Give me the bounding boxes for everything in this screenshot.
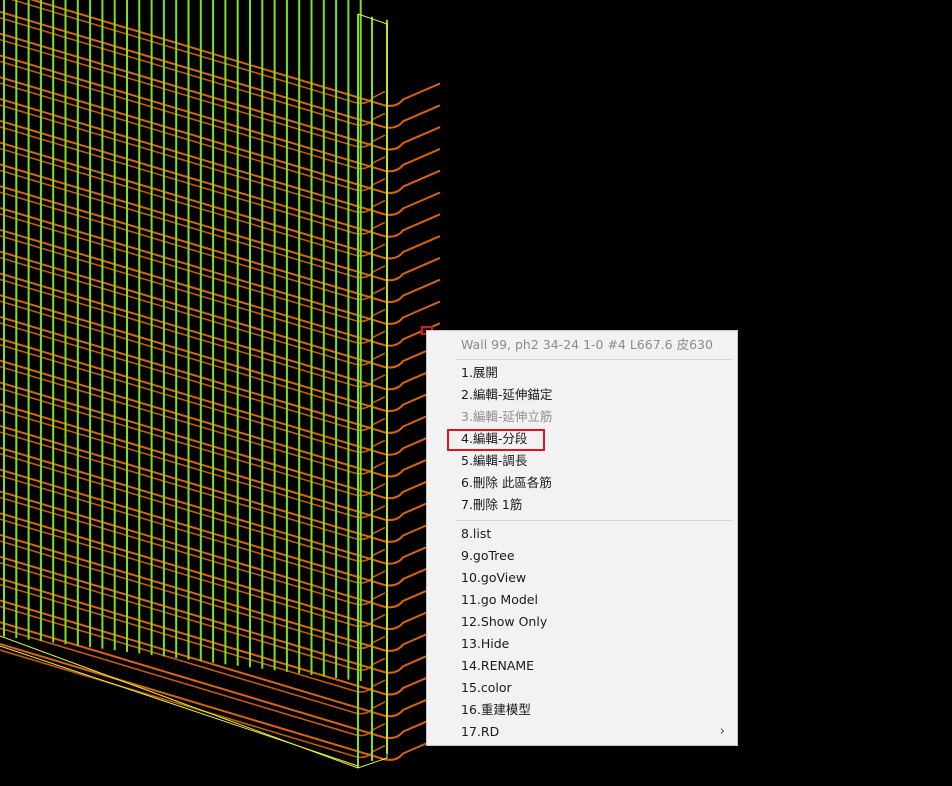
menu-item-rd[interactable]: 17.RD › xyxy=(427,721,737,743)
menu-item-rename[interactable]: 14.RENAME xyxy=(427,655,737,677)
menu-item-hide[interactable]: 13.Hide xyxy=(427,633,737,655)
menu-item-edit-extend-anchor[interactable]: 2.編輯-延伸錨定 xyxy=(427,384,737,406)
menu-item-go-tree[interactable]: 9.goTree xyxy=(427,545,737,567)
menu-header-info: Wall 99, ph2 34-24 1-0 #4 L667.6 皮630 xyxy=(461,337,713,352)
menu-item-edit-adjust-length[interactable]: 5.編輯-調長 xyxy=(427,450,737,472)
menu-item-color[interactable]: 15.color xyxy=(427,677,737,699)
menu-separator xyxy=(455,359,733,360)
menu-item-go-view[interactable]: 10.goView xyxy=(427,567,737,589)
wall-outline xyxy=(0,645,359,767)
menu-item-delete-zone-bars[interactable]: 6.刪除 此區各筋 xyxy=(427,472,737,494)
menu-item-go-model[interactable]: 11.go Model xyxy=(427,589,737,611)
menu-separator xyxy=(455,520,733,521)
menu-item-edit-extend-vertical: 3.編輯-延伸立筋 xyxy=(461,409,553,424)
context-menu: Wall 99, ph2 34-24 1-0 #4 L667.6 皮630 1.… xyxy=(426,330,738,746)
highlight-box xyxy=(447,429,545,451)
menu-item-delete-one-bar[interactable]: 7.刪除 1筋 xyxy=(427,494,737,516)
menu-item-rd-label: 17.RD xyxy=(461,724,500,739)
menu-item-list[interactable]: 8.list xyxy=(427,523,737,545)
menu-item-expand[interactable]: 1.展開 xyxy=(427,362,737,384)
horizontal-rebar xyxy=(0,643,441,761)
menu-item-show-only[interactable]: 12.Show Only xyxy=(427,611,737,633)
chevron-right-icon: › xyxy=(719,724,725,739)
menu-item-rebuild-model[interactable]: 16.重建模型 xyxy=(427,699,737,721)
